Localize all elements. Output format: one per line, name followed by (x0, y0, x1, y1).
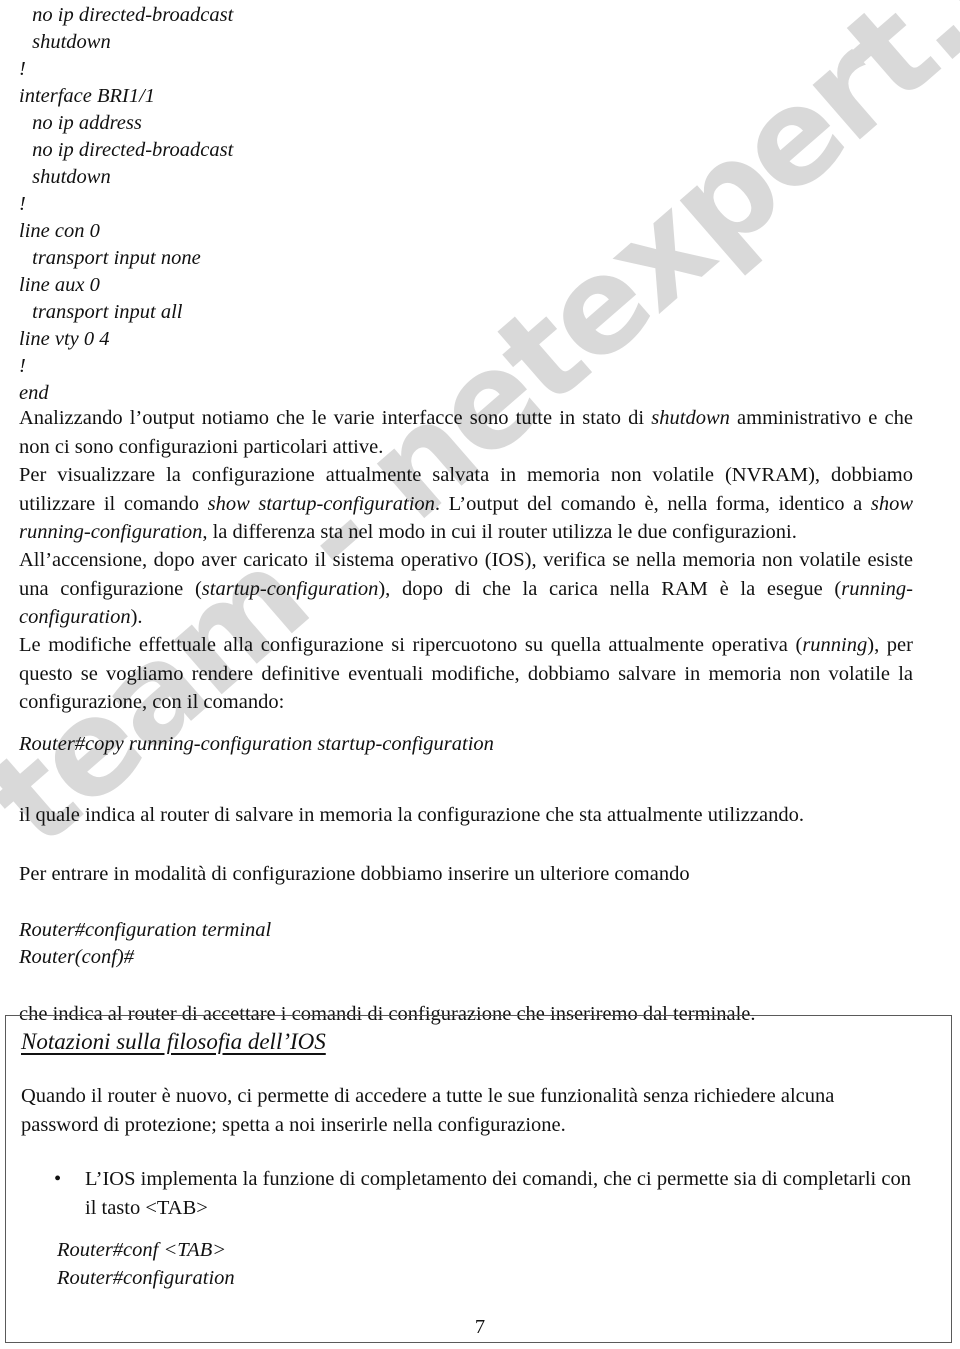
paragraph-text: Le modifiche effettuale alla configurazi… (19, 634, 803, 656)
emphasis-shutdown: shutdown (651, 407, 730, 429)
command-config-prompt: Router(conf)# (19, 946, 134, 968)
config-line: no ip address (27, 112, 142, 134)
config-line: line con 0 (19, 220, 100, 242)
bullet-marker-icon: • (54, 1168, 62, 1190)
paragraph-text-cont: ), dopo di che la carica nella RAM è la … (378, 577, 842, 600)
config-line: ! (19, 58, 26, 80)
list-item-label: L’IOS implementa la funzione di completa… (85, 1168, 911, 1219)
command-conf-tab: Router#conf <TAB> (57, 1239, 227, 1261)
emphasis-running: running (802, 634, 868, 656)
paragraph-accensione: All’accensione, dopo aver caricato il si… (19, 546, 913, 632)
paragraph-modalita-configurazione: Per entrare in modalità di configurazion… (19, 863, 690, 885)
page-number: 7 (474, 1316, 486, 1338)
config-line: shutdown (27, 31, 111, 53)
config-line: no ip directed-broadcast (27, 4, 234, 26)
paragraph-modifiche: Le modifiche effettuale alla configurazi… (19, 631, 913, 717)
list-item: • L’IOS implementa la funzione di comple… (21, 1165, 911, 1222)
note-box-paragraph: Quando il router è nuovo, ci permette di… (21, 1085, 835, 1136)
paragraph-copy-explanation: il quale indica al router di salvare in … (19, 804, 804, 826)
paragraph-text-end: , la differenza sta nel modo in cui il r… (202, 521, 797, 543)
config-line: line aux 0 (19, 274, 100, 296)
document-content: no ip directed-broadcast shutdown! interf… (0, 0, 960, 1349)
router-config-listing: no ip directed-broadcast shutdown! interf… (19, 2, 619, 407)
paragraph-analisi-output: Analizzando l’output notiamo che le vari… (19, 404, 913, 461)
config-line: interface BRI1/1 (19, 85, 156, 107)
emphasis-startup-configuration: startup-configuration (201, 577, 379, 600)
config-line: line vty 0 4 (19, 328, 110, 350)
config-line: shutdown (27, 166, 111, 188)
config-line: transport input none (27, 247, 201, 269)
paragraph-show-startup-config: Per visualizzare la configurazione attua… (19, 461, 913, 547)
paragraph-text: Analizzando l’output notiamo che le vari… (19, 407, 652, 429)
config-line: end (19, 382, 49, 404)
config-line: no ip directed-broadcast (27, 139, 234, 161)
config-line: transport input all (27, 301, 183, 323)
note-box-heading: Notazioni sulla filosofia dell’IOS (21, 1029, 326, 1054)
config-line: ! (19, 355, 26, 377)
document-page: team - netexpert.it no ip directed-broad… (0, 0, 960, 1349)
emphasis-show-startup-configuration: show startup-configuration (207, 492, 435, 515)
paragraph-text-end: ). (130, 606, 143, 628)
command-configuration-completed: Router#configuration (57, 1267, 235, 1289)
command-copy-running-to-startup: Router#copy running-configuration startu… (19, 733, 494, 755)
command-configuration-terminal: Router#configuration terminal (19, 919, 272, 941)
note-box-bullet-list: • L’IOS implementa la funzione di comple… (21, 1165, 911, 1222)
config-line: ! (19, 193, 26, 215)
paragraph-text-cont: . L’output del comando è, nella forma, i… (434, 492, 871, 515)
